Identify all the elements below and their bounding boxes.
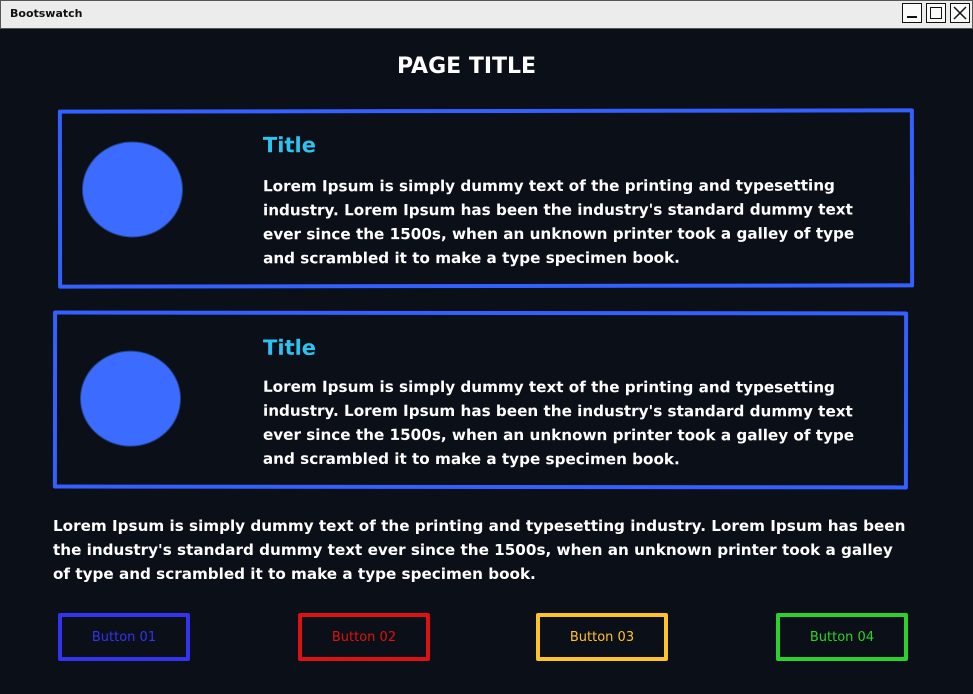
button-01[interactable]: Button 01 <box>58 613 190 661</box>
card-body: Lorem Ipsum is simply dummy text of the … <box>262 377 855 469</box>
body-paragraph: Lorem Ipsum is simply dummy text of the … <box>53 517 906 583</box>
card-title: Title <box>262 133 316 158</box>
avatar-circle <box>79 350 182 447</box>
card-body: Lorem Ipsum is simply dummy text of the … <box>262 176 855 268</box>
window-title: Bootswatch <box>10 7 83 20</box>
title-bar: Bootswatch <box>0 0 973 29</box>
content-card: Title Lorem Ipsum is simply dummy text o… <box>57 108 915 289</box>
button-02[interactable]: Button 02 <box>298 613 430 661</box>
button-04[interactable]: Button 04 <box>776 613 908 661</box>
close-icon <box>953 6 967 20</box>
maximize-button[interactable] <box>926 3 946 23</box>
page-title: PAGE TITLE <box>396 54 537 79</box>
avatar-circle <box>81 141 184 238</box>
app-window: Bootswatch PAGE TITLE Title Lorem Ipsum … <box>0 0 973 694</box>
minimize-button[interactable] <box>902 3 922 23</box>
card-title: Title <box>263 335 317 360</box>
close-button[interactable] <box>950 3 970 23</box>
button-03[interactable]: Button 03 <box>536 613 668 661</box>
content-card: Title Lorem Ipsum is simply dummy text o… <box>52 310 909 490</box>
